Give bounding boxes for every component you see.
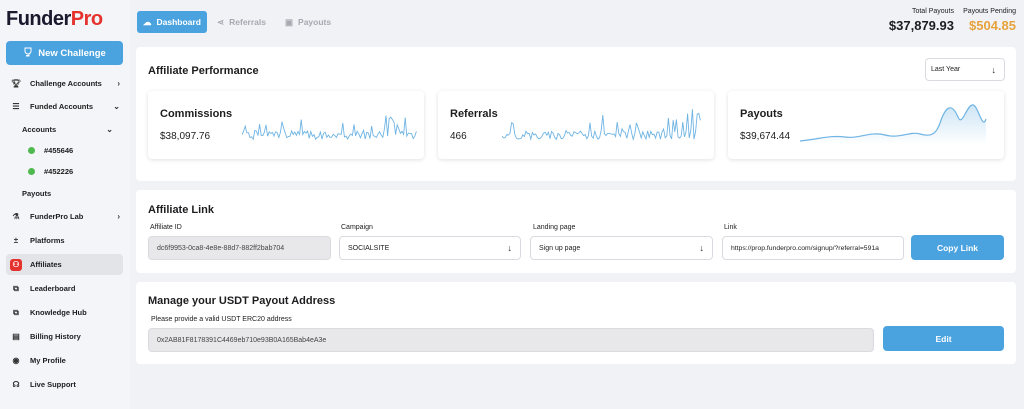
- billing-icon: ▤: [12, 332, 20, 341]
- campaign-label: Campaign: [341, 224, 373, 231]
- dashboard-icon: ☁︎: [143, 16, 152, 27]
- sidebar-item-live-support[interactable]: ☊ Live Support: [6, 374, 123, 395]
- card-title: Referrals: [450, 108, 498, 120]
- status-dot-icon: [28, 168, 35, 175]
- link-field[interactable]: https://prop.funderpro.com/signup/?refer…: [722, 236, 904, 260]
- chevron-right-icon: ›: [117, 79, 120, 88]
- payouts-sparkline: [800, 104, 987, 145]
- new-challenge-button[interactable]: New Challenge: [6, 41, 123, 65]
- card-title: Commissions: [160, 108, 233, 120]
- tab-payouts[interactable]: ▣ Payouts: [279, 11, 337, 33]
- card-value: $39,674.44: [740, 131, 791, 142]
- affiliate-performance-panel: Affiliate Performance Last Year ↓ Commis…: [136, 47, 1016, 181]
- total-payouts: Total Payouts $37,879.93: [889, 8, 954, 33]
- payouts-card: Payouts $39,674.44: [728, 91, 1004, 159]
- referrals-card: Referrals 466: [438, 91, 714, 159]
- profile-icon: ◉: [12, 356, 20, 365]
- arrow-down-icon: ↓: [507, 243, 513, 253]
- copy-link-button[interactable]: Copy Link: [911, 235, 1004, 260]
- sidebar-item-account-455646[interactable]: #455646: [6, 140, 123, 161]
- affiliates-icon: ⚇: [10, 258, 22, 271]
- payouts-area: [800, 104, 986, 145]
- total-payouts-label: Total Payouts: [911, 8, 954, 15]
- card-title: Payouts: [740, 108, 783, 120]
- brand-logo[interactable]: FunderPro: [6, 8, 103, 31]
- link-label: Link: [724, 224, 737, 231]
- sidebar-item-leaderboard[interactable]: ⧉ Leaderboard: [6, 278, 123, 299]
- campaign-select[interactable]: SOCIALSITE ↓: [339, 236, 521, 260]
- commissions-sparkline: [242, 115, 417, 141]
- sidebar-item-funderpro-lab[interactable]: ⚗︎ FunderPro Lab ›: [6, 206, 123, 227]
- usdt-title: Manage your USDT Payout Address: [148, 295, 336, 307]
- tab-referrals[interactable]: ⋖ Referrals: [211, 11, 272, 33]
- payouts-pending: Payouts Pending $504.85: [963, 8, 1016, 33]
- chevron-right-icon: ›: [117, 212, 120, 221]
- sidebar-item-billing-history[interactable]: ▤ Billing History: [6, 326, 123, 347]
- usdt-address-field[interactable]: 0x2AB81F8178391C4469eb710e93B0A165Bab4eA…: [148, 328, 874, 352]
- sidebar-item-funded-accounts[interactable]: ☰ Funded Accounts ⌄: [6, 96, 123, 117]
- sidebar-item-affiliates[interactable]: ⚇ Affiliates: [6, 254, 123, 275]
- affiliate-id-field[interactable]: dc6f9953-0ca8-4e8e-88d7-882ff2bab704: [148, 236, 331, 260]
- flask-icon: ⚗︎: [12, 212, 20, 221]
- list-icon: ☰: [12, 102, 20, 111]
- tab-dashboard[interactable]: ☁︎ Dashboard: [137, 11, 207, 33]
- share-icon: ⋖: [217, 16, 225, 27]
- chevron-down-icon: ⌄: [113, 102, 120, 111]
- chevron-down-icon: ⌄: [106, 125, 113, 134]
- external-link-icon: ⧉: [13, 283, 19, 293]
- arrow-down-icon: ↓: [699, 243, 705, 253]
- commissions-card: Commissions $38,097.76: [148, 91, 424, 159]
- landing-page-label: Landing page: [533, 224, 576, 231]
- payout-icon: ▣: [285, 16, 294, 27]
- affiliate-id-label: Affiliate ID: [150, 224, 182, 231]
- card-value: $38,097.76: [160, 131, 211, 142]
- total-payouts-value: $37,879.93: [888, 18, 954, 33]
- referrals-sparkline: [502, 109, 701, 142]
- usdt-hint: Please provide a valid USDT ERC20 addres…: [151, 316, 292, 323]
- sidebar-item-account-452226[interactable]: #452226: [6, 161, 123, 182]
- card-value: 466: [450, 131, 467, 142]
- range-select[interactable]: Last Year ↓: [925, 58, 1005, 81]
- headset-icon: ☊: [12, 380, 20, 389]
- sidebar-item-payouts[interactable]: Payouts: [6, 183, 123, 204]
- affiliate-link-title: Affiliate Link: [148, 204, 215, 216]
- affiliate-performance-title: Affiliate Performance: [148, 65, 259, 77]
- landing-page-select[interactable]: Sign up page ↓: [530, 236, 713, 260]
- trophy-icon: [23, 47, 33, 60]
- arrow-down-icon: ↓: [991, 64, 997, 75]
- plus-minus-icon: ±: [13, 236, 19, 245]
- edit-button[interactable]: Edit: [883, 326, 1004, 351]
- sidebar-item-my-profile[interactable]: ◉ My Profile: [6, 350, 123, 371]
- external-link-icon: ⧉: [13, 307, 19, 317]
- status-dot-icon: [28, 147, 35, 154]
- payouts-pending-label: Payouts Pending: [963, 8, 1016, 15]
- sidebar-item-knowledge-hub[interactable]: ⧉ Knowledge Hub: [6, 302, 123, 323]
- payouts-pending-value: $504.85: [969, 18, 1016, 33]
- trophy-icon: 🏆︎: [10, 79, 22, 88]
- affiliate-link-panel: Affiliate Link Affiliate ID dc6f9953-0ca…: [136, 190, 1016, 273]
- sidebar-item-accounts[interactable]: Accounts ⌄: [6, 119, 123, 140]
- sidebar: FunderPro New Challenge 🏆︎ Challenge Acc…: [0, 0, 130, 409]
- sidebar-item-platforms[interactable]: ± Platforms: [6, 230, 123, 251]
- sidebar-item-challenge-accounts[interactable]: 🏆︎ Challenge Accounts ›: [6, 73, 123, 94]
- usdt-address-panel: Manage your USDT Payout Address Please p…: [136, 282, 1016, 364]
